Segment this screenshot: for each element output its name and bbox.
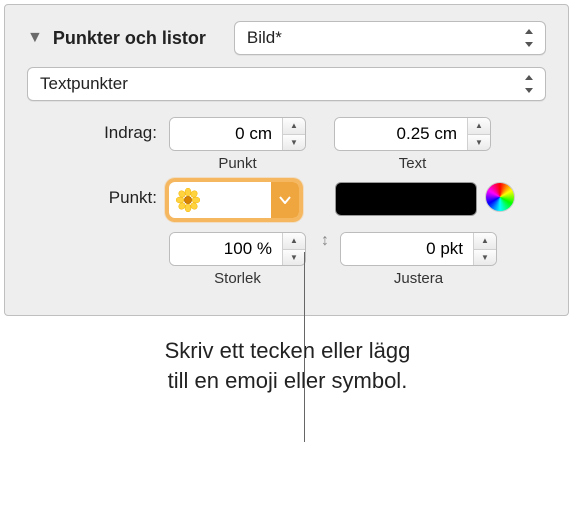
color-picker-icon[interactable] — [485, 182, 515, 212]
bullet-align-up[interactable]: ▲ — [474, 233, 496, 250]
caption-text: Skriv ett tecken eller lägg till en emoj… — [0, 336, 575, 415]
bullet-indent-up[interactable]: ▲ — [283, 118, 305, 135]
bullet-indent-sublabel: Punkt — [218, 155, 256, 172]
bullet-align-input[interactable] — [341, 233, 473, 265]
flower-icon — [175, 187, 201, 213]
bullet-indent-input[interactable] — [170, 118, 282, 150]
list-style-popup[interactable]: Bild* — [234, 21, 546, 55]
text-indent-input[interactable] — [335, 118, 467, 150]
bullet-indent-stepper[interactable]: ▲ ▼ — [169, 117, 306, 151]
align-vertical-icon: ↕ — [316, 232, 334, 250]
bullet-indent-down[interactable]: ▼ — [283, 135, 305, 151]
disclosure-triangle-icon[interactable]: ▼ — [27, 29, 43, 47]
bullet-character-picker[interactable] — [169, 182, 299, 218]
callout-line — [304, 252, 305, 442]
bullet-type-value: Textpunkter — [40, 74, 128, 94]
list-style-value: Bild* — [247, 28, 282, 48]
text-indent-down[interactable]: ▼ — [468, 135, 490, 151]
bullet-size-input[interactable] — [170, 233, 282, 265]
text-indent-sublabel: Text — [399, 155, 427, 172]
bullet-type-popup[interactable]: Textpunkter — [27, 67, 546, 101]
text-indent-stepper[interactable]: ▲ ▼ — [334, 117, 491, 151]
caption-line2: till en emoji eller symbol. — [168, 368, 408, 393]
bullet-color-well[interactable] — [335, 182, 477, 216]
section-title: Punkter och listor — [53, 28, 206, 49]
bullet-align-stepper[interactable]: ▲ ▼ — [340, 232, 497, 266]
bullet-size-down[interactable]: ▼ — [283, 250, 305, 266]
bullet-size-up[interactable]: ▲ — [283, 233, 305, 250]
indent-label: Indrag: — [27, 117, 169, 143]
bullet-size-stepper[interactable]: ▲ ▼ — [169, 232, 306, 266]
bullet-label: Punkt: — [27, 182, 169, 208]
bullet-align-sublabel: Justera — [394, 270, 443, 287]
chevron-updown-icon — [523, 29, 535, 47]
bullet-size-sublabel: Storlek — [214, 270, 261, 287]
bullets-lists-panel: ▼ Punkter och listor Bild* Textpunkter I… — [4, 4, 569, 316]
chevron-updown-icon — [523, 75, 535, 93]
text-indent-up[interactable]: ▲ — [468, 118, 490, 135]
caption-line1: Skriv ett tecken eller lägg — [165, 338, 411, 363]
bullet-align-down[interactable]: ▼ — [474, 250, 496, 266]
bullet-picker-dropdown[interactable] — [271, 182, 299, 218]
